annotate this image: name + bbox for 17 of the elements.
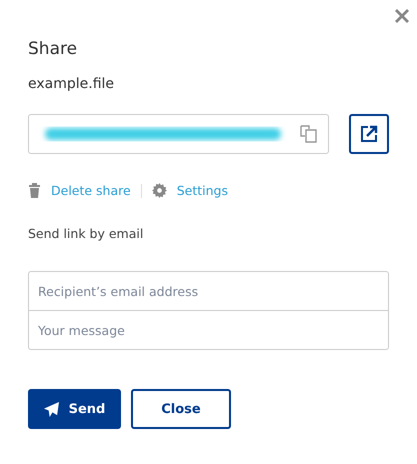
link-label: Delete share xyxy=(51,183,131,198)
close-button[interactable]: Close xyxy=(131,389,231,429)
file-name: example.file xyxy=(28,75,116,94)
trash-icon xyxy=(28,183,41,198)
close-icon[interactable] xyxy=(395,9,409,23)
paper-plane-icon xyxy=(44,402,59,416)
email-input[interactable]: Recipient’s email address xyxy=(28,271,389,311)
message-input[interactable]: Your message xyxy=(28,311,389,350)
gear-icon xyxy=(152,183,167,198)
send-button[interactable]: Send xyxy=(28,389,121,429)
copy-icon[interactable] xyxy=(300,125,318,143)
link-label: Settings xyxy=(176,183,228,198)
link-field[interactable] xyxy=(28,114,330,154)
external-link-icon xyxy=(359,124,380,144)
open-link-button[interactable] xyxy=(349,114,389,154)
dialog-title: Share xyxy=(28,38,78,61)
section-heading: Send link by email xyxy=(28,226,144,241)
